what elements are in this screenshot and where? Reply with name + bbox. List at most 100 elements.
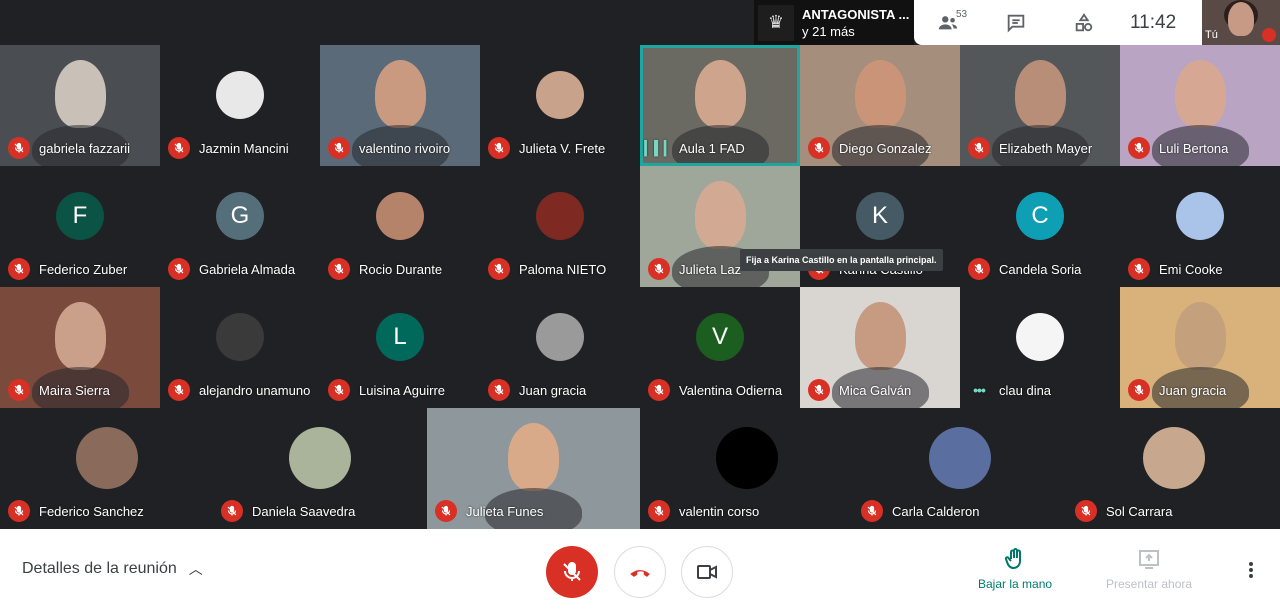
participant-video bbox=[55, 302, 106, 370]
presenter-chip[interactable]: ♛ ANTAGONISTA ... y 21 más bbox=[754, 0, 914, 45]
mic-off-icon bbox=[1075, 500, 1097, 522]
participant-tile-juan-gracia[interactable]: Juan gracia bbox=[1120, 287, 1280, 408]
participant-tile-valentino-rivoiro[interactable]: valentino rivoiro bbox=[320, 45, 480, 166]
participant-avatar: G bbox=[216, 192, 264, 240]
participant-avatar bbox=[536, 71, 584, 119]
chat-button[interactable] bbox=[982, 0, 1050, 45]
audio-dots-icon: ••• bbox=[973, 382, 986, 398]
participant-tile-jazmin-mancini[interactable]: Jazmin Mancini bbox=[160, 45, 320, 166]
mic-off-icon bbox=[648, 379, 670, 401]
mic-off-icon bbox=[168, 258, 190, 280]
presenter-thumbnail: ♛ bbox=[758, 4, 794, 41]
participant-label: Emi Cooke bbox=[1128, 258, 1223, 280]
participant-tile-candela-soria[interactable]: C Candela Soria bbox=[960, 166, 1120, 287]
participant-label: ••• clau dina bbox=[968, 379, 1051, 401]
mic-off-icon bbox=[648, 500, 670, 522]
mic-off-icon bbox=[808, 379, 830, 401]
participant-tile-elizabeth-mayer[interactable]: Elizabeth Mayer bbox=[960, 45, 1120, 166]
participant-label: valentin corso bbox=[648, 500, 759, 522]
participant-avatar: C bbox=[1016, 192, 1064, 240]
participant-tile-aula-1-fad[interactable]: ▎▍▎ Aula 1 FAD bbox=[640, 45, 800, 166]
participant-name: alejandro unamuno bbox=[199, 382, 311, 398]
participant-tile-federico-zuber[interactable]: F Federico Zuber bbox=[0, 166, 160, 287]
participant-label: Julieta V. Frete bbox=[488, 137, 605, 159]
participant-tile-alejandro-unamuno[interactable]: alejandro unamuno bbox=[160, 287, 320, 408]
participant-tile-emi-cooke[interactable]: Emi Cooke bbox=[1120, 166, 1280, 287]
participant-tile-daniela-saavedra[interactable]: Daniela Saavedra bbox=[213, 408, 427, 529]
participant-tile-clau-dina[interactable]: ••• clau dina bbox=[960, 287, 1120, 408]
participant-tile-sol-carrara[interactable]: Sol Carrara bbox=[1067, 408, 1280, 529]
activities-button[interactable] bbox=[1050, 0, 1118, 45]
participant-avatar bbox=[1176, 192, 1224, 240]
participant-avatar: L bbox=[376, 313, 424, 361]
mic-off-icon bbox=[328, 258, 350, 280]
participant-tile-rocio-durante[interactable]: Rocio Durante bbox=[320, 166, 480, 287]
participant-name: valentino rivoiro bbox=[359, 140, 451, 156]
participant-video bbox=[508, 423, 559, 491]
participant-name: Juan gracia bbox=[519, 382, 587, 398]
participant-name: Luli Bertona bbox=[1159, 140, 1229, 156]
participant-name: Luisina Aguirre bbox=[359, 382, 445, 398]
participant-label: Jazmin Mancini bbox=[168, 137, 289, 159]
participant-tile-luisina-aguirre[interactable]: L Luisina Aguirre bbox=[320, 287, 480, 408]
participant-tile-juan-gracia[interactable]: Juan gracia bbox=[480, 287, 640, 408]
lower-hand-button[interactable]: Bajar la mano bbox=[978, 547, 1052, 591]
participant-tile-carla-calderon[interactable]: Carla Calderon bbox=[853, 408, 1067, 529]
mic-off-icon bbox=[8, 379, 30, 401]
microphone-toggle-button[interactable] bbox=[546, 546, 598, 598]
mic-off-icon bbox=[168, 379, 190, 401]
leave-call-button[interactable] bbox=[614, 546, 666, 598]
participant-tile-gabriela-fazzarii[interactable]: gabriela fazzarii bbox=[0, 45, 160, 166]
participant-tile-diego-gonzalez[interactable]: Diego Gonzalez bbox=[800, 45, 960, 166]
participant-tile-luli-bertona[interactable]: Luli Bertona bbox=[1120, 45, 1280, 166]
participants-button[interactable]: 53 bbox=[914, 0, 982, 45]
participant-tile-gabriela-almada[interactable]: G Gabriela Almada bbox=[160, 166, 320, 287]
participant-avatar bbox=[216, 71, 264, 119]
more-options-button[interactable] bbox=[1240, 559, 1262, 581]
participant-label: Paloma NIETO bbox=[488, 258, 606, 280]
participant-tile-maira-sierra[interactable]: Maira Sierra bbox=[0, 287, 160, 408]
participant-tile-valentina-odierna[interactable]: V Valentina Odierna bbox=[640, 287, 800, 408]
participant-tile-mica-galvan[interactable]: Mica Galván bbox=[800, 287, 960, 408]
pin-tooltip: Fija a Karina Castillo en la pantalla pr… bbox=[740, 249, 943, 271]
participant-label: Sol Carrara bbox=[1075, 500, 1172, 522]
participant-avatar bbox=[536, 313, 584, 361]
participant-tile-julieta-v-frete[interactable]: Julieta V. Frete bbox=[480, 45, 640, 166]
participant-video bbox=[1175, 302, 1226, 370]
meeting-details-button[interactable]: Detalles de la reunión ︿ bbox=[22, 559, 203, 579]
participant-tile-paloma-nieto[interactable]: Paloma NIETO bbox=[480, 166, 640, 287]
mic-off-icon bbox=[968, 258, 990, 280]
camera-toggle-button[interactable] bbox=[681, 546, 733, 598]
present-now-button[interactable]: Presentar ahora bbox=[1106, 547, 1192, 591]
participant-label: Luisina Aguirre bbox=[328, 379, 445, 401]
mic-off-icon bbox=[328, 137, 350, 159]
mic-off-icon bbox=[8, 258, 30, 280]
participant-avatar bbox=[536, 192, 584, 240]
raise-hand-icon bbox=[1004, 548, 1022, 570]
presenter-others: y 21 más bbox=[802, 23, 855, 39]
mic-off-icon bbox=[808, 137, 830, 159]
participant-label: alejandro unamuno bbox=[168, 379, 310, 401]
participant-tile-federico-sanchez[interactable]: Federico Sanchez bbox=[0, 408, 213, 529]
participant-name: Juan gracia bbox=[1159, 382, 1227, 398]
participant-name: Candela Soria bbox=[999, 261, 1082, 277]
lower-hand-label: Bajar la mano bbox=[978, 577, 1053, 591]
participant-label: Rocio Durante bbox=[328, 258, 442, 280]
participant-label: Luli Bertona bbox=[1128, 137, 1228, 159]
mic-off-icon bbox=[968, 137, 990, 159]
participant-avatar bbox=[76, 427, 138, 489]
participant-avatar bbox=[929, 427, 991, 489]
participant-label: gabriela fazzarii bbox=[8, 137, 130, 159]
self-video-tile[interactable]: Tú bbox=[1202, 0, 1280, 45]
participant-tile-julieta-funes[interactable]: Julieta Funes bbox=[427, 408, 640, 529]
participant-name: Gabriela Almada bbox=[199, 261, 296, 277]
meeting-info-panel: 53 11:42 bbox=[914, 0, 1202, 45]
participant-avatar: V bbox=[696, 313, 744, 361]
participant-label: Juan gracia bbox=[488, 379, 586, 401]
participant-grid: gabriela fazzarii Jazmin Mancini valentino… bbox=[0, 45, 1280, 529]
mic-off-icon bbox=[1128, 137, 1150, 159]
participant-tile-valentin-corso[interactable]: valentin corso bbox=[640, 408, 853, 529]
mic-off-icon bbox=[328, 379, 350, 401]
participant-label: Diego Gonzalez bbox=[808, 137, 932, 159]
hangup-icon bbox=[630, 570, 650, 577]
